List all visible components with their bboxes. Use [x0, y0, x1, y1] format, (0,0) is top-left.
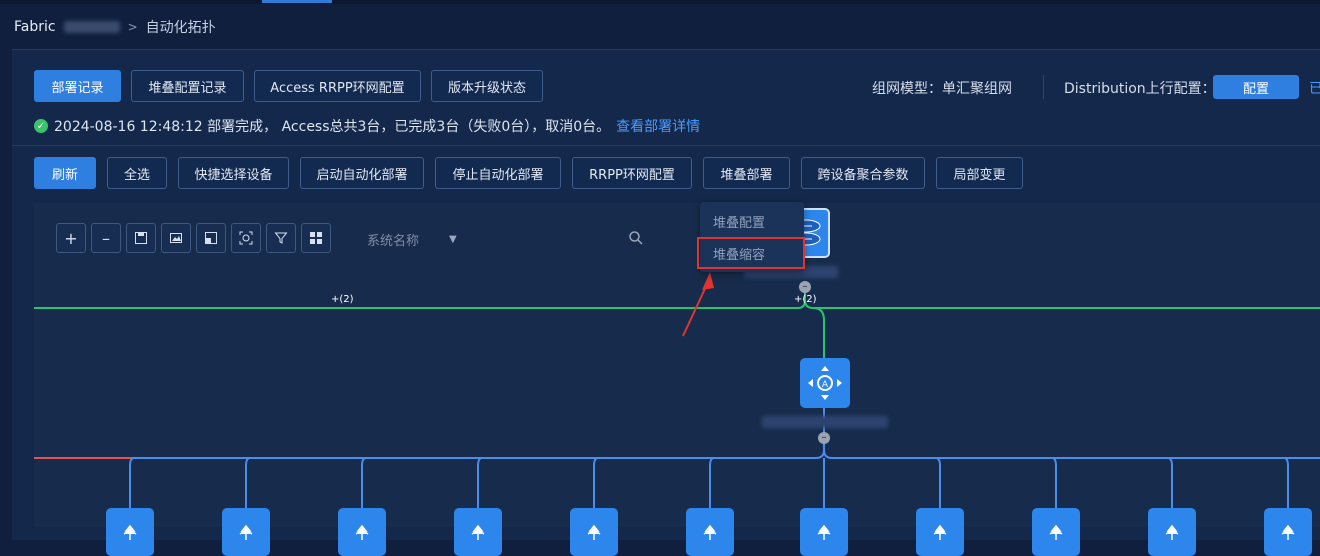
access-switch-icon — [239, 524, 253, 540]
chevron-down-icon[interactable]: ▼ — [449, 234, 457, 245]
highlight-box — [697, 237, 805, 269]
access-switch-icon — [355, 524, 369, 540]
access-switch-icon — [1165, 524, 1179, 540]
collapse-top-icon[interactable]: – — [799, 281, 811, 293]
fit-icon[interactable] — [196, 223, 226, 253]
access-switch-icon — [1049, 524, 1063, 540]
image-icon[interactable] — [161, 223, 191, 253]
access-device-node[interactable] — [1264, 508, 1312, 556]
access-device-node[interactable] — [106, 508, 154, 556]
green-link-right — [804, 299, 1320, 309]
access-switch-icon — [703, 524, 717, 540]
access-droplines — [129, 457, 1289, 510]
topology-links — [34, 272, 1320, 510]
access-switch-icon — [817, 524, 831, 540]
green-link-left — [34, 290, 806, 309]
filter-icon[interactable] — [266, 223, 296, 253]
access-device-node[interactable] — [454, 508, 502, 556]
access-device-node[interactable] — [570, 508, 618, 556]
system-name-search[interactable]: 系统名称 ▼ — [352, 225, 652, 253]
zoom-in-icon[interactable]: + — [56, 223, 86, 253]
menu-item-stack-config[interactable]: 堆叠配置 — [713, 212, 765, 231]
left-collapsed-count[interactable]: +(2) — [331, 294, 354, 305]
svg-text:A: A — [822, 380, 829, 390]
search-icon[interactable] — [628, 230, 644, 246]
save-icon[interactable] — [126, 223, 156, 253]
access-device-node[interactable] — [1032, 508, 1080, 556]
aggregation-switch-icon: A — [808, 366, 842, 400]
annotation-arrow-head — [702, 272, 714, 290]
access-switch-icon — [933, 524, 947, 540]
access-device-node[interactable] — [1148, 508, 1196, 556]
access-switch-icon — [123, 524, 137, 540]
grid-icon[interactable] — [301, 223, 331, 253]
blue-link-left-bus — [134, 440, 825, 459]
access-device-node[interactable] — [800, 508, 848, 556]
right-collapsed-count[interactable]: +(2) — [794, 294, 817, 305]
access-device-node[interactable] — [222, 508, 270, 556]
access-switch-icon — [1281, 524, 1295, 540]
focus-icon[interactable] — [231, 223, 261, 253]
zoom-out-icon[interactable]: – — [91, 223, 121, 253]
blue-link-right-bus — [823, 449, 1320, 459]
aggregation-device-name-redacted — [762, 416, 888, 428]
access-device-node[interactable] — [916, 508, 964, 556]
access-switch-icon — [587, 524, 601, 540]
access-device-node[interactable] — [686, 508, 734, 556]
access-device-node[interactable] — [338, 508, 386, 556]
collapse-aggregation-icon[interactable]: – — [818, 432, 830, 444]
green-link-down — [812, 307, 825, 358]
aggregation-device-node[interactable]: A — [800, 358, 850, 408]
access-switch-icon — [471, 524, 485, 540]
search-input[interactable]: 系统名称 — [367, 230, 419, 249]
